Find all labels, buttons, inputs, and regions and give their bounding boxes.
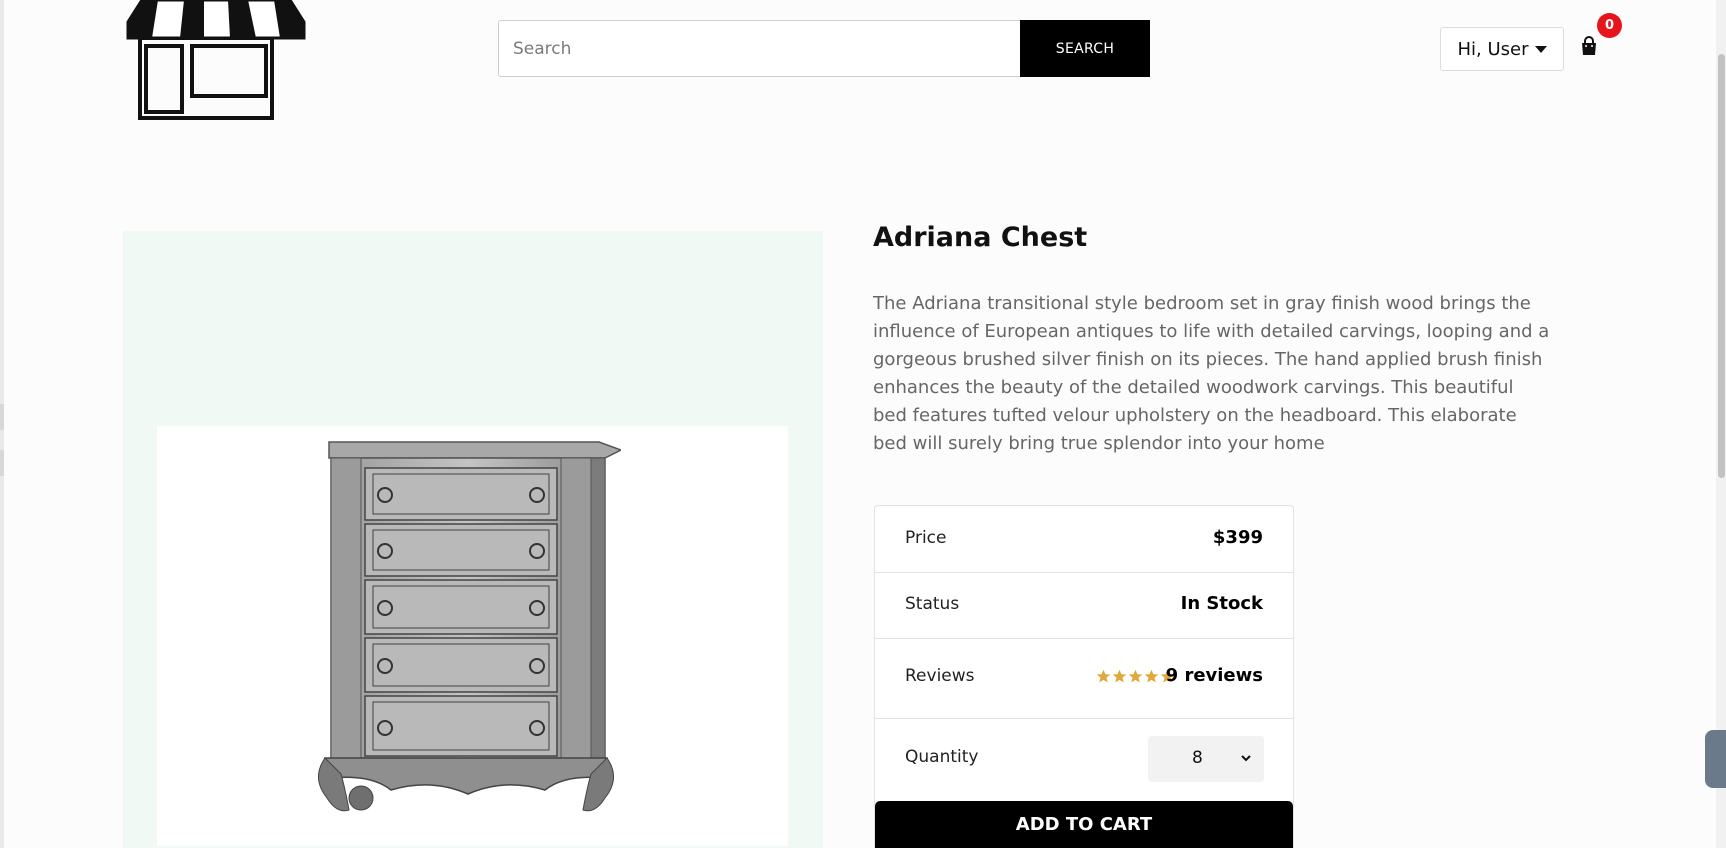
chevron-down-icon [1241,755,1251,762]
price-label: Price [905,528,947,548]
reviews-label: Reviews [905,666,975,686]
status-value: In Stock [1180,593,1263,614]
star-icon [1096,669,1111,683]
price-value: $399 [1212,527,1263,548]
quantity-select[interactable]: 8 [1148,736,1264,782]
status-row: Status In Stock [875,572,1293,639]
star-icon [1128,669,1143,683]
reviews-count-link[interactable]: 9 reviews [1166,665,1263,686]
product-info-card: Price $399 Status In Stock Reviews 9 rev… [874,505,1294,848]
cart-count-badge: 0 [1597,13,1622,38]
search-bar: SEARCH [498,20,1150,77]
search-input[interactable] [498,20,1020,77]
shopping-bag-icon[interactable] [1579,36,1599,56]
side-widget-tab[interactable] [1705,730,1726,788]
quantity-label: Quantity [905,747,979,767]
product-image [318,441,621,812]
caret-down-icon [1534,45,1547,53]
user-menu-label: Hi, User [1457,38,1529,60]
user-menu-button[interactable]: Hi, User [1440,27,1564,71]
price-row: Price $399 [875,506,1293,573]
star-icon [1112,669,1127,683]
left-edge-tab [0,404,4,430]
reviews-row: Reviews 9 reviews [875,638,1293,719]
product-description: The Adriana transitional style bedroom s… [873,293,1550,454]
add-to-cart-button[interactable]: ADD TO CART [875,801,1293,848]
scrollbar-thumb[interactable] [1718,54,1725,478]
search-button[interactable]: SEARCH [1020,20,1150,77]
quantity-value: 8 [1192,748,1203,768]
status-label: Status [905,594,960,614]
rating-stars [1096,669,1175,684]
store-logo-icon[interactable] [126,0,306,124]
left-edge-tab [0,450,4,476]
quantity-row: Quantity 8 [875,718,1293,799]
product-title: Adriana Chest [873,222,1088,253]
star-icon [1144,669,1159,683]
